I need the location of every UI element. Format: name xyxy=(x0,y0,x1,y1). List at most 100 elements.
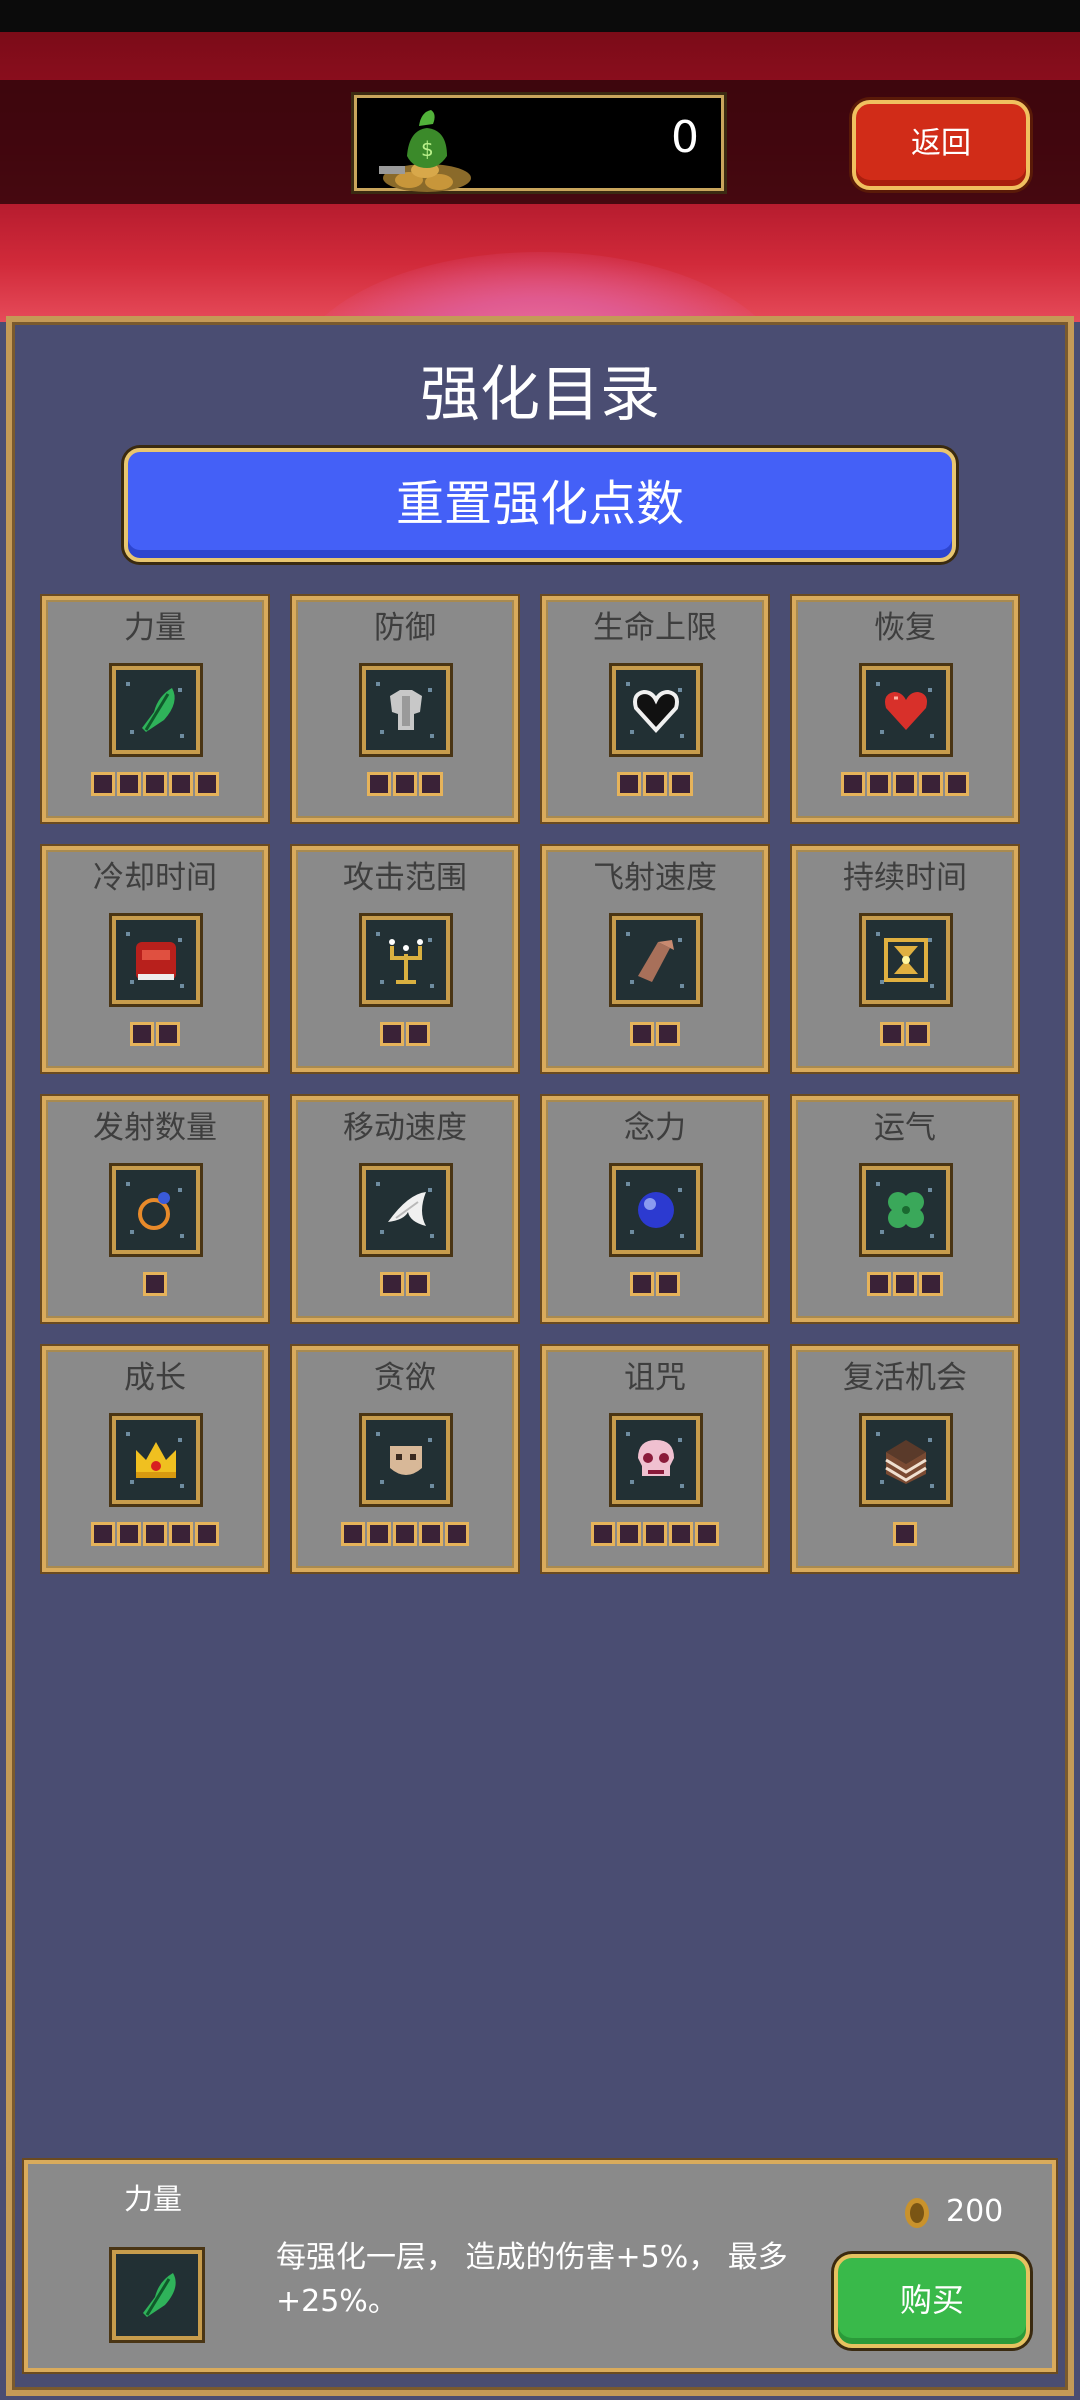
selected-upgrade-description: 每强化一层， 造成的伤害+5%， 最多+25%。 xyxy=(276,2240,788,2319)
upgrade-label: 防御 xyxy=(374,610,436,646)
level-pip xyxy=(169,772,193,796)
level-pip xyxy=(419,1522,443,1546)
upgrade-card[interactable]: 恢复 xyxy=(792,596,1018,822)
upgrade-label: 移动速度 xyxy=(343,1110,467,1146)
upgrade-card[interactable]: 复活机会 xyxy=(792,1346,1018,1572)
buy-button[interactable]: 购买 xyxy=(834,2254,1030,2348)
hourglass-icon xyxy=(884,938,928,982)
level-pip xyxy=(380,1022,404,1046)
upgrade-label: 贪欲 xyxy=(374,1360,436,1396)
ring-icon xyxy=(138,1192,170,1230)
upgrade-card[interactable]: 冷却时间 xyxy=(42,846,268,1072)
upgrade-level-pips xyxy=(546,1522,764,1546)
upgrade-card[interactable]: 成长 xyxy=(42,1346,268,1572)
upgrade-icon-frame xyxy=(862,666,950,754)
upgrade-level-pips xyxy=(46,1522,264,1546)
upgrade-card[interactable]: 念力 xyxy=(542,1096,768,1322)
level-pip xyxy=(867,1272,891,1296)
level-pip xyxy=(406,1022,430,1046)
coin-count: 0 xyxy=(671,112,699,163)
upgrade-label: 复活机会 xyxy=(843,1360,967,1396)
level-pip xyxy=(656,1022,680,1046)
upgrade-label: 成长 xyxy=(124,1360,186,1396)
upgrade-card[interactable]: 发射数量 xyxy=(42,1096,268,1322)
level-pip xyxy=(195,1522,219,1546)
upgrade-level-pips xyxy=(296,1022,514,1046)
feather-icon xyxy=(143,2273,176,2317)
upgrade-card[interactable]: 生命上限 xyxy=(542,596,768,822)
level-pip xyxy=(143,1272,167,1296)
cake-icon xyxy=(885,1440,927,1484)
upgrade-label: 力量 xyxy=(124,610,186,646)
heart-icon xyxy=(885,692,927,730)
level-pip xyxy=(880,1022,904,1046)
level-pip xyxy=(841,772,865,796)
level-pip xyxy=(695,1522,719,1546)
upgrade-icon-frame xyxy=(112,666,200,754)
upgrade-detail-panel: 力量 每强化一层， 造成的伤害+5%， 最多+25%。 200 购买 xyxy=(24,2160,1056,2372)
level-pip xyxy=(341,1522,365,1546)
level-pip xyxy=(617,1522,641,1546)
upgrade-card[interactable]: 防御 xyxy=(292,596,518,822)
upgrade-label: 运气 xyxy=(874,1110,936,1146)
upgrade-label: 发射数量 xyxy=(93,1110,217,1146)
level-pip xyxy=(643,1522,667,1546)
wing-icon xyxy=(388,1192,426,1226)
mask-icon xyxy=(390,1446,422,1475)
level-pip xyxy=(893,772,917,796)
level-pip xyxy=(906,1022,930,1046)
upgrade-level-pips xyxy=(46,1272,264,1296)
upgrade-icon-frame xyxy=(862,1166,950,1254)
heart-outline-icon xyxy=(633,689,679,733)
back-button[interactable]: 返回 xyxy=(852,100,1030,190)
upgrade-icon-frame xyxy=(612,1166,700,1254)
status-bar xyxy=(0,0,1080,32)
upgrade-card[interactable]: 飞射速度 xyxy=(542,846,768,1072)
level-pip xyxy=(591,1522,615,1546)
clover-icon xyxy=(888,1192,924,1228)
upgrade-card[interactable]: 力量 xyxy=(42,596,268,822)
level-pip xyxy=(643,772,667,796)
level-pip xyxy=(669,772,693,796)
level-pip xyxy=(656,1272,680,1296)
level-pip xyxy=(669,1522,693,1546)
level-pip xyxy=(91,772,115,796)
money-bag-icon: $ xyxy=(379,110,471,192)
selected-upgrade-name: 力量 xyxy=(124,2182,183,2216)
coin-icon xyxy=(905,2198,929,2228)
upgrade-level-pips xyxy=(546,1022,764,1046)
upgrade-card[interactable]: 运气 xyxy=(792,1096,1018,1322)
skull-icon xyxy=(638,1440,674,1476)
level-pip xyxy=(893,1272,917,1296)
level-pip xyxy=(156,1022,180,1046)
upgrade-label: 念力 xyxy=(624,1110,686,1146)
upgrade-icon-frame xyxy=(362,916,450,1004)
upgrade-label: 飞射速度 xyxy=(593,860,717,896)
upgrade-icon-frame xyxy=(112,1416,200,1504)
upgrade-card[interactable]: 持续时间 xyxy=(792,846,1018,1072)
level-pip xyxy=(195,772,219,796)
upgrade-level-pips xyxy=(296,1522,514,1546)
reset-points-button[interactable]: 重置强化点数 xyxy=(124,448,956,562)
level-pip xyxy=(169,1522,193,1546)
level-pip xyxy=(91,1522,115,1546)
upgrade-card[interactable]: 移动速度 xyxy=(292,1096,518,1322)
gauntlet-icon xyxy=(638,940,674,982)
level-pip xyxy=(630,1272,654,1296)
level-pip xyxy=(630,1022,654,1046)
upgrade-icon-frame xyxy=(612,1416,700,1504)
level-pip xyxy=(393,772,417,796)
upgrade-card[interactable]: 贪欲 xyxy=(292,1346,518,1572)
feather-icon xyxy=(142,688,175,732)
upgrade-icon-frame xyxy=(612,916,700,1004)
upgrade-level-pips xyxy=(796,1272,1014,1296)
level-pip xyxy=(893,1522,917,1546)
level-pip xyxy=(867,772,891,796)
level-pip xyxy=(617,772,641,796)
upgrade-card[interactable]: 攻击范围 xyxy=(292,846,518,1072)
level-pip xyxy=(143,772,167,796)
level-pip xyxy=(380,1272,404,1296)
upgrade-card[interactable]: 诅咒 xyxy=(542,1346,768,1572)
upgrade-icon-frame xyxy=(862,916,950,1004)
level-pip xyxy=(117,772,141,796)
